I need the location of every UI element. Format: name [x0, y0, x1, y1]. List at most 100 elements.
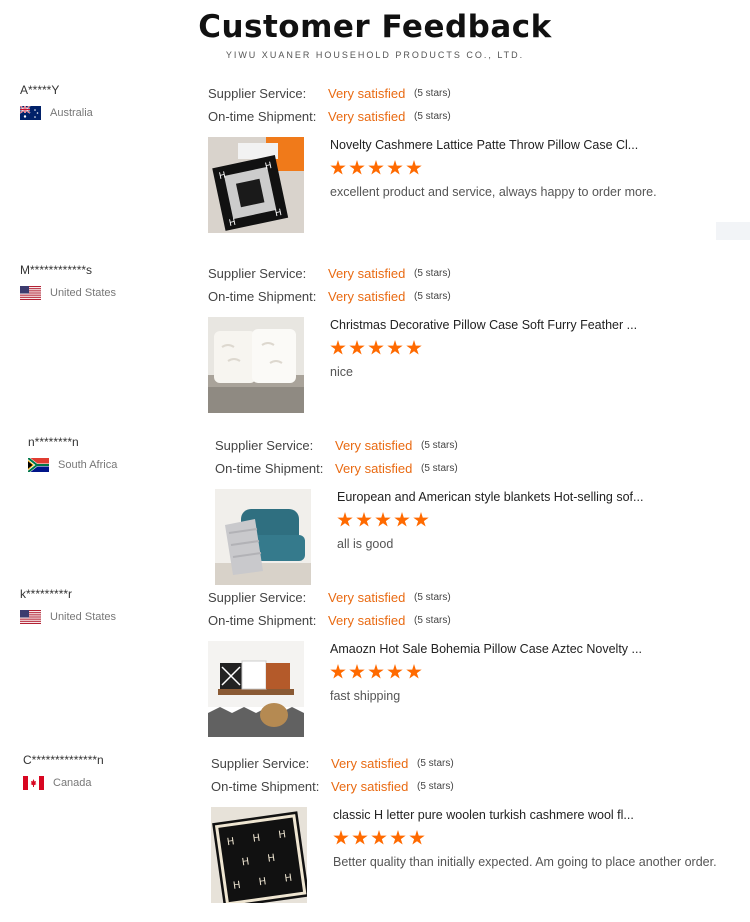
supplier-service-value: Very satisfied: [328, 266, 406, 281]
shipment-value: Very satisfied: [328, 289, 406, 304]
supplier-service-stars: (5 stars): [421, 440, 458, 451]
product-name[interactable]: Amaozn Hot Sale Bohemia Pillow Case Azte…: [330, 641, 642, 657]
supplier-service-stars: (5 stars): [414, 88, 451, 99]
usa-flag-icon: [20, 286, 41, 300]
supplier-service-label: Supplier Service:: [208, 266, 307, 281]
star-icon: [387, 340, 403, 355]
ratings: Supplier Service: Very satisfied (5 star…: [208, 586, 451, 632]
star-icon: [349, 664, 365, 679]
supplier-service-rating: Supplier Service: Very satisfied (5 star…: [211, 752, 454, 775]
country-name: Australia: [50, 107, 93, 119]
supplier-service-stars: (5 stars): [414, 268, 451, 279]
shipment-rating: On-time Shipment: Very satisfied (5 star…: [208, 105, 451, 128]
svg-text:H: H: [278, 829, 287, 841]
shipment-rating: On-time Shipment: Very satisfied (5 star…: [215, 457, 458, 480]
star-icon: [352, 830, 368, 845]
product-image[interactable]: [215, 489, 311, 585]
review-comment: all is good: [337, 537, 394, 551]
star-icon: [375, 512, 391, 527]
supplier-service-value: Very satisfied: [331, 756, 409, 771]
supplier-service-rating: Supplier Service: Very satisfied (5 star…: [215, 434, 458, 457]
shipment-stars: (5 stars): [414, 291, 451, 302]
product-name[interactable]: Novelty Cashmere Lattice Patte Throw Pil…: [330, 137, 657, 153]
svg-text:H: H: [284, 873, 293, 885]
usa-flag-icon: [20, 610, 41, 624]
svg-text:H: H: [241, 856, 250, 868]
star-icon: [333, 830, 349, 845]
buyer-info: M************s United States: [20, 262, 116, 300]
ratings: Supplier Service: Very satisfied (5 star…: [208, 82, 451, 128]
shipment-label: On-time Shipment:: [208, 109, 317, 124]
company-name: YIWU XUANER HOUSEHOLD PRODUCTS CO., LTD.: [225, 50, 525, 60]
supplier-service-value: Very satisfied: [328, 86, 406, 101]
supplier-service-value: Very satisfied: [328, 590, 406, 605]
review-card: n********n South Africa Supplier Service…: [0, 434, 750, 604]
star-icon: [330, 340, 346, 355]
buyer-info: C**************n Canada: [23, 752, 104, 790]
shipment-rating: On-time Shipment: Very satisfied (5 star…: [208, 609, 451, 632]
shipment-value: Very satisfied: [328, 109, 406, 124]
svg-text:H: H: [258, 876, 267, 888]
review-comment: Better quality than initially expected. …: [333, 855, 717, 869]
supplier-service-label: Supplier Service:: [208, 590, 307, 605]
star-icon: [409, 830, 425, 845]
star-icon: [349, 160, 365, 175]
product-block: Christmas Decorative Pillow Case Soft Fu…: [208, 317, 637, 413]
buyer-country: Australia: [20, 106, 93, 120]
product-image[interactable]: [208, 641, 304, 737]
product-image[interactable]: [208, 317, 304, 413]
supplier-service-label: Supplier Service:: [211, 756, 310, 771]
star-icon: [406, 160, 422, 175]
star-icon: [406, 664, 422, 679]
buyer-name: C**************n: [23, 753, 104, 767]
country-name: United States: [50, 611, 117, 623]
product-block: European and American style blankets Hot…: [215, 489, 643, 585]
south-africa-flag-icon: [28, 458, 49, 472]
shipment-label: On-time Shipment:: [215, 461, 324, 476]
product-name[interactable]: classic H letter pure woolen turkish cas…: [333, 807, 717, 823]
product-info: Novelty Cashmere Lattice Patte Throw Pil…: [330, 137, 657, 233]
supplier-service-rating: Supplier Service: Very satisfied (5 star…: [208, 262, 451, 285]
svg-text:H: H: [252, 833, 261, 845]
buyer-info: k*********r United States: [20, 586, 116, 624]
page-header: Customer Feedback YIWU XUANER HOUSEHOLD …: [0, 8, 750, 60]
buyer-info: A*****Y Australia: [20, 82, 93, 120]
buyer-info: n********n South Africa: [28, 434, 117, 472]
review-card: C**************n Canada Supplier Service…: [0, 752, 750, 922]
buyer-country: Canada: [23, 776, 104, 790]
buyer-name: A*****Y: [20, 83, 60, 97]
ratings: Supplier Service: Very satisfied (5 star…: [215, 434, 458, 480]
canada-flag-icon: [23, 776, 44, 790]
shipment-stars: (5 stars): [421, 463, 458, 474]
star-icon: [356, 512, 372, 527]
ratings: Supplier Service: Very satisfied (5 star…: [208, 262, 451, 308]
product-image[interactable]: H H H H H H H H: [211, 807, 307, 903]
svg-text:H: H: [226, 836, 235, 848]
product-image[interactable]: H H H H: [208, 137, 304, 233]
star-icon: [330, 664, 346, 679]
star-icon: [368, 160, 384, 175]
product-name[interactable]: Christmas Decorative Pillow Case Soft Fu…: [330, 317, 637, 333]
page-title: Customer Feedback: [198, 9, 552, 45]
star-icon: [387, 664, 403, 679]
star-icon: [390, 830, 406, 845]
shipment-rating: On-time Shipment: Very satisfied (5 star…: [211, 775, 454, 798]
product-name[interactable]: European and American style blankets Hot…: [337, 489, 643, 505]
product-info: Amaozn Hot Sale Bohemia Pillow Case Azte…: [330, 641, 642, 737]
country-name: Canada: [53, 777, 92, 789]
supplier-service-value: Very satisfied: [335, 438, 413, 453]
review-card: M************s United States Supplier Se…: [0, 262, 750, 432]
buyer-name: n********n: [28, 435, 79, 449]
australia-flag-icon: [20, 106, 41, 120]
buyer-name: M************s: [20, 263, 93, 277]
supplier-service-rating: Supplier Service: Very satisfied (5 star…: [208, 82, 451, 105]
ratings: Supplier Service: Very satisfied (5 star…: [211, 752, 454, 798]
rating-stars: [330, 160, 657, 176]
supplier-service-label: Supplier Service:: [208, 86, 307, 101]
product-info: Christmas Decorative Pillow Case Soft Fu…: [330, 317, 637, 413]
buyer-country: United States: [20, 286, 116, 300]
product-info: European and American style blankets Hot…: [337, 489, 643, 585]
product-block: H H H H Novelty Cashmere Lattice Patte T…: [208, 137, 657, 233]
shipment-label: On-time Shipment:: [211, 779, 320, 794]
shipment-stars: (5 stars): [414, 111, 451, 122]
